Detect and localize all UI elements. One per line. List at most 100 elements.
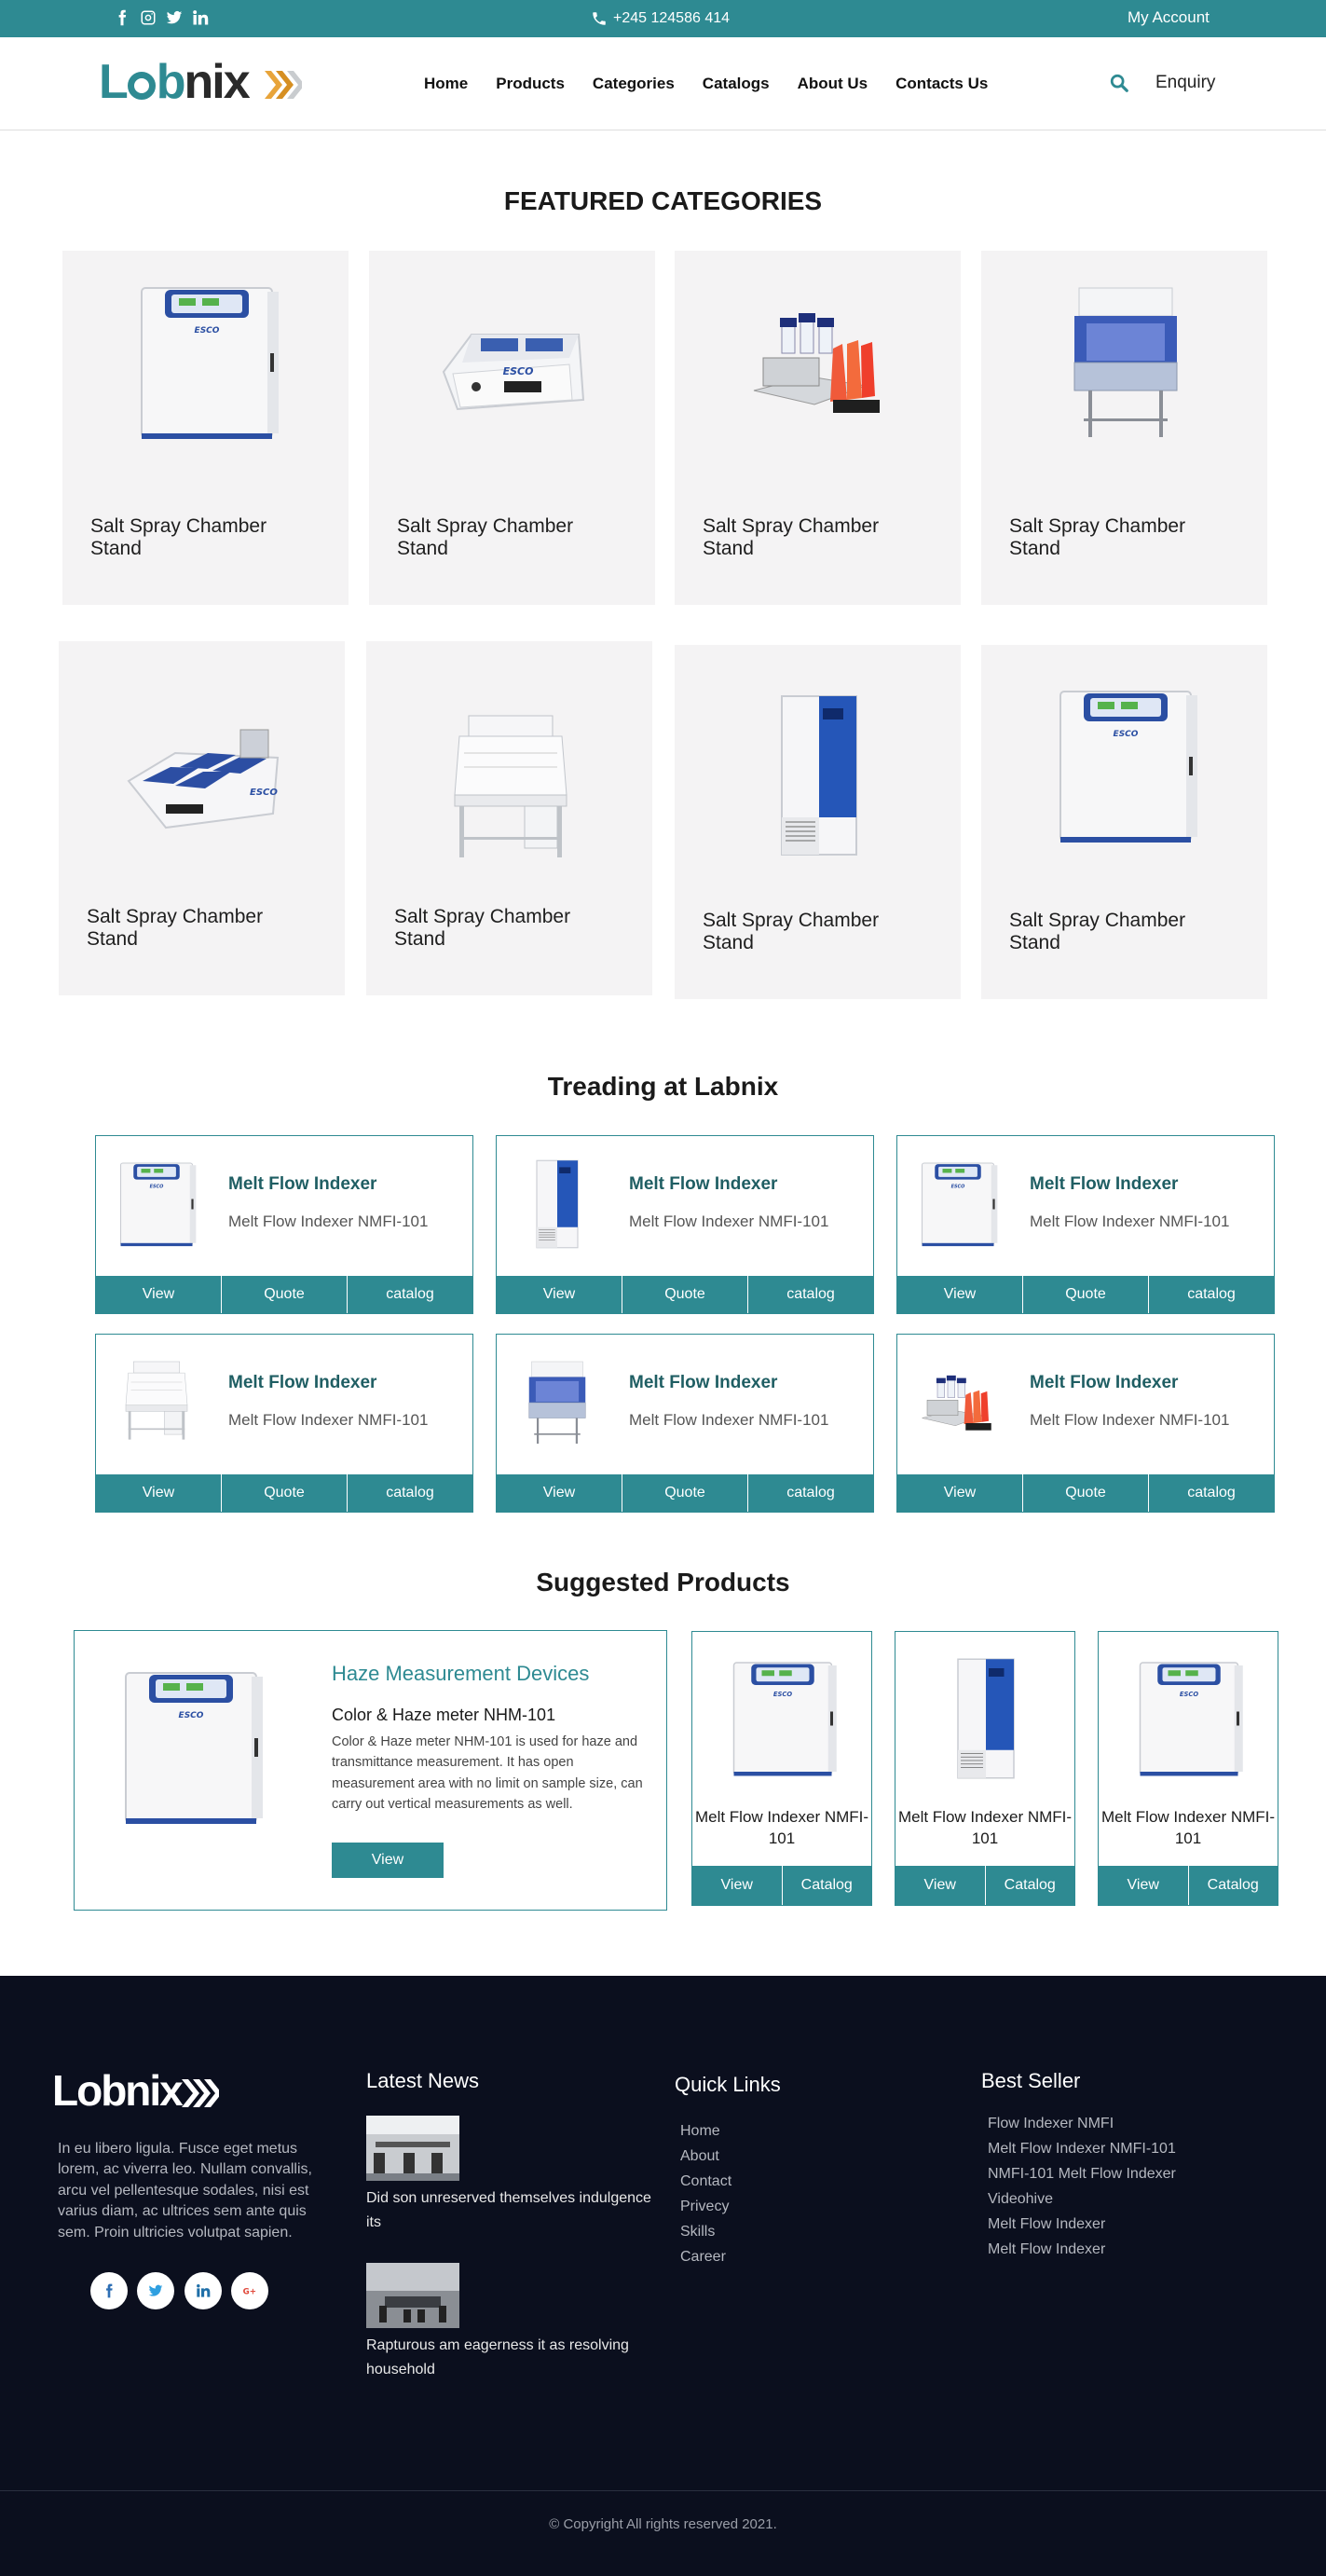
quote-button[interactable]: Quote (1023, 1474, 1149, 1512)
incubator-icon (713, 1649, 853, 1788)
nav-home[interactable]: Home (424, 75, 468, 93)
latest-news-heading: Latest News (366, 2069, 480, 2092)
catalog-button[interactable]: Catalog (783, 1866, 872, 1905)
nav-contacts-us[interactable]: Contacts Us (895, 75, 988, 93)
trending-card: Melt Flow Indexer Melt Flow Indexer NMFI… (896, 1135, 1275, 1314)
logo-chevrons-icon (265, 71, 302, 99)
twitter-icon[interactable] (166, 9, 183, 26)
category-card[interactable]: Salt Spray Chamber Stand (675, 645, 961, 999)
main-nav: Home Products Categories Catalogs About … (424, 75, 988, 93)
view-button[interactable]: View (332, 1843, 444, 1878)
best-seller-item[interactable]: Videohive (988, 2186, 1176, 2212)
category-card[interactable]: Salt Spray Chamber Stand (369, 251, 655, 605)
view-button[interactable]: View (497, 1474, 622, 1512)
catalog-button[interactable]: catalog (1149, 1276, 1274, 1313)
enquiry-link[interactable]: Enquiry (1155, 73, 1215, 93)
view-button[interactable]: View (897, 1276, 1023, 1313)
catalog-button[interactable]: catalog (348, 1276, 472, 1313)
product-name[interactable]: Melt Flow Indexer NMFI-101 (895, 1807, 1074, 1850)
copyright-text: © Copyright All rights reserved 2021. (549, 2516, 777, 2532)
footer-twitter-icon[interactable] (137, 2272, 174, 2309)
linkedin-icon[interactable] (192, 9, 209, 26)
quote-button[interactable]: Quote (222, 1276, 348, 1313)
catalog-button[interactable]: catalog (1149, 1474, 1274, 1512)
product-name[interactable]: Melt Flow Indexer NMFI-101 (692, 1807, 871, 1850)
category-card[interactable]: Salt Spray Chamber Stand (981, 251, 1267, 605)
footer-link-home[interactable]: Home (680, 2118, 731, 2144)
view-button[interactable]: View (895, 1866, 986, 1905)
product-title[interactable]: Melt Flow Indexer (1030, 1373, 1178, 1393)
product-title[interactable]: Melt Flow Indexer (1030, 1174, 1178, 1195)
catalog-button[interactable]: catalog (348, 1474, 472, 1512)
best-seller-item[interactable]: Melt Flow Indexer (988, 2212, 1176, 2237)
search-icon[interactable] (1109, 73, 1129, 93)
top-bar: +245 124586 414 My Account (0, 0, 1326, 37)
view-button[interactable]: View (692, 1866, 783, 1905)
nav-products[interactable]: Products (496, 75, 565, 93)
product-model: Melt Flow Indexer NMFI-101 (629, 1213, 829, 1230)
catalog-button[interactable]: catalog (748, 1276, 873, 1313)
category-name: Salt Spray Chamber Stand (703, 514, 880, 559)
view-button[interactable]: View (96, 1276, 222, 1313)
footer-google-plus-icon[interactable]: G+ (231, 2272, 268, 2309)
nav-about-us[interactable]: About Us (798, 75, 868, 93)
quote-button[interactable]: Quote (622, 1474, 748, 1512)
footer-linkedin-icon[interactable] (185, 2272, 222, 2309)
category-card[interactable]: Salt Spray Chamber Stand (981, 645, 1267, 999)
product-title[interactable]: Melt Flow Indexer (228, 1373, 376, 1393)
product-category-heading[interactable]: Haze Measurement Devices (332, 1662, 589, 1686)
footer-facebook-icon[interactable] (90, 2272, 128, 2309)
category-card[interactable]: Salt Spray Chamber Stand (675, 251, 961, 605)
product-model: Melt Flow Indexer NMFI-101 (228, 1213, 429, 1230)
product-description: Color & Haze meter NHM-101 is used for h… (332, 1734, 643, 1813)
site-logo[interactable]: Lbnix (99, 58, 302, 106)
footer-link-about[interactable]: About (680, 2144, 731, 2169)
news-title-2[interactable]: Rapturous am eagerness it as resolving h… (366, 2334, 664, 2381)
catalog-button[interactable]: catalog (748, 1474, 873, 1512)
nav-catalogs[interactable]: Catalogs (703, 75, 770, 93)
product-title[interactable]: Melt Flow Indexer (629, 1373, 777, 1393)
featured-product-card: Haze Measurement Devices Color & Haze me… (74, 1630, 667, 1911)
footer-link-privacy[interactable]: Privecy (680, 2194, 731, 2219)
catalog-button[interactable]: Catalog (986, 1866, 1075, 1905)
footer-logo[interactable]: Lobnix (52, 2069, 222, 2112)
view-button[interactable]: View (497, 1276, 622, 1313)
view-button[interactable]: View (897, 1474, 1023, 1512)
best-seller-item[interactable]: Melt Flow Indexer NMFI-101 (988, 2136, 1176, 2161)
best-seller-item[interactable]: NMFI-101 Melt Flow Indexer (988, 2161, 1176, 2186)
bottle-dispenser-icon (907, 1351, 1009, 1454)
quote-button[interactable]: Quote (622, 1276, 748, 1313)
product-name: Color & Haze meter NHM-101 (332, 1706, 556, 1724)
quote-button[interactable]: Quote (222, 1474, 348, 1512)
view-button[interactable]: View (96, 1474, 222, 1512)
category-card[interactable]: Salt Spray Chamber Stand (366, 641, 652, 995)
phone-icon (593, 12, 606, 25)
product-title[interactable]: Melt Flow Indexer (629, 1174, 777, 1195)
footer-link-contact[interactable]: Contact (680, 2169, 731, 2194)
footer-link-skills[interactable]: Skills (680, 2219, 731, 2244)
news-thumbnail-1[interactable] (366, 2116, 459, 2181)
best-seller-item[interactable]: Melt Flow Indexer (988, 2237, 1176, 2262)
phone-contact[interactable]: +245 124586 414 (591, 10, 730, 27)
facebook-icon[interactable] (114, 9, 130, 26)
best-seller-item[interactable]: Flow Indexer NMFI (988, 2111, 1176, 2136)
news-thumbnail-2[interactable] (366, 2263, 459, 2328)
quote-button[interactable]: Quote (1023, 1276, 1149, 1313)
category-card[interactable]: Salt Spray Chamber Stand (59, 641, 345, 995)
nav-categories[interactable]: Categories (593, 75, 675, 93)
product-title[interactable]: Melt Flow Indexer (228, 1174, 376, 1195)
view-button[interactable]: View (1099, 1866, 1189, 1905)
catalog-button[interactable]: Catalog (1189, 1866, 1278, 1905)
product-name[interactable]: Melt Flow Indexer NMFI-101 (1099, 1807, 1278, 1850)
footer-divider (0, 2490, 1326, 2491)
category-card[interactable]: Salt Spray Chamber Stand (62, 251, 349, 605)
my-account-link[interactable]: My Account (1128, 8, 1210, 27)
footer-link-career[interactable]: Career (680, 2244, 731, 2269)
category-name: Salt Spray Chamber Stand (87, 905, 264, 950)
category-name: Salt Spray Chamber Stand (703, 909, 880, 953)
product-model: Melt Flow Indexer NMFI-101 (629, 1411, 829, 1429)
instagram-icon[interactable] (140, 9, 157, 26)
phone-number: +245 124586 414 (613, 10, 731, 26)
fume-hood-icon (417, 697, 604, 884)
news-title-1[interactable]: Did son unreserved themselves indulgence… (366, 2186, 664, 2234)
